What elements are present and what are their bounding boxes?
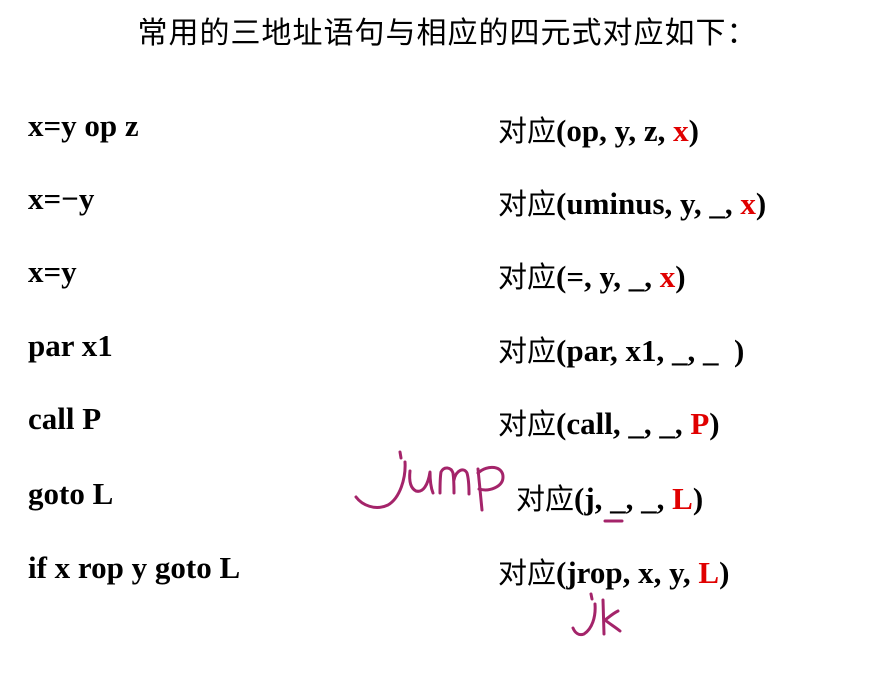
handwritten-jr-note <box>571 592 622 637</box>
